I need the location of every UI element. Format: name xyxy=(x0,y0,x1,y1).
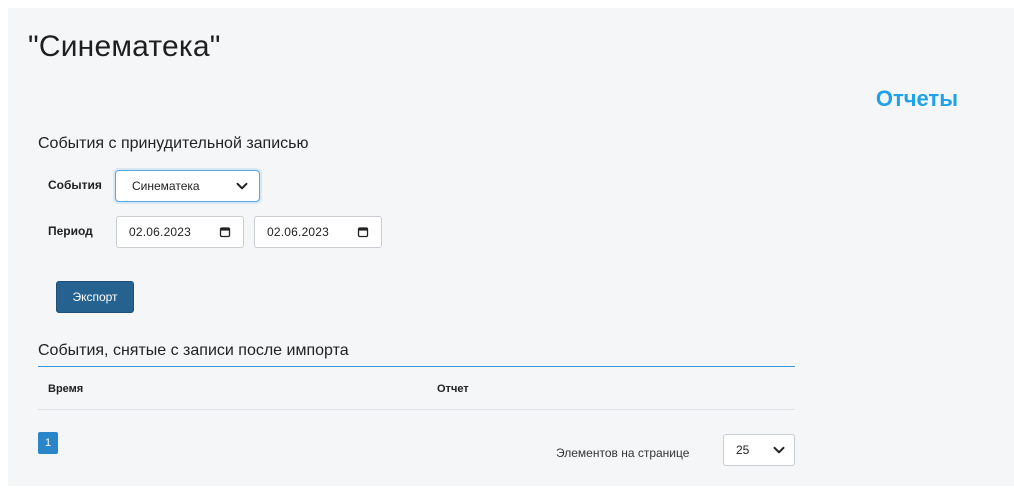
date-from-value: 02.06.2023 xyxy=(129,225,192,239)
column-header-time: Время xyxy=(48,383,84,395)
period-label: Период xyxy=(48,224,93,238)
removed-events-section-title: События, снятые с записи после импорта xyxy=(38,342,349,359)
pagination-page-1[interactable]: 1 xyxy=(38,432,58,454)
date-from-input[interactable]: 02.06.2023 xyxy=(116,216,244,248)
column-header-report: Отчет xyxy=(437,383,469,395)
calendar-icon[interactable] xyxy=(357,226,369,238)
date-to-input[interactable]: 02.06.2023 xyxy=(254,216,382,248)
export-button[interactable]: Экспорт xyxy=(56,281,134,313)
events-select[interactable]: Синематека xyxy=(115,170,260,202)
per-page-label: Элементов на странице xyxy=(556,446,690,460)
app-title: "Синематека" xyxy=(28,30,221,63)
table-divider xyxy=(38,409,795,410)
events-select-value: Синематека xyxy=(132,179,200,193)
chevron-down-icon xyxy=(236,182,248,190)
events-label: События xyxy=(48,178,102,192)
calendar-icon[interactable] xyxy=(219,226,231,238)
forced-recording-section-title: События с принудительной записью xyxy=(38,135,309,152)
per-page-value: 25 xyxy=(736,443,750,457)
reports-link[interactable]: Отчеты xyxy=(876,86,958,112)
section-underline xyxy=(38,366,795,367)
chevron-down-icon xyxy=(773,446,785,454)
per-page-select[interactable]: 25 xyxy=(723,434,795,466)
date-to-value: 02.06.2023 xyxy=(267,225,330,239)
